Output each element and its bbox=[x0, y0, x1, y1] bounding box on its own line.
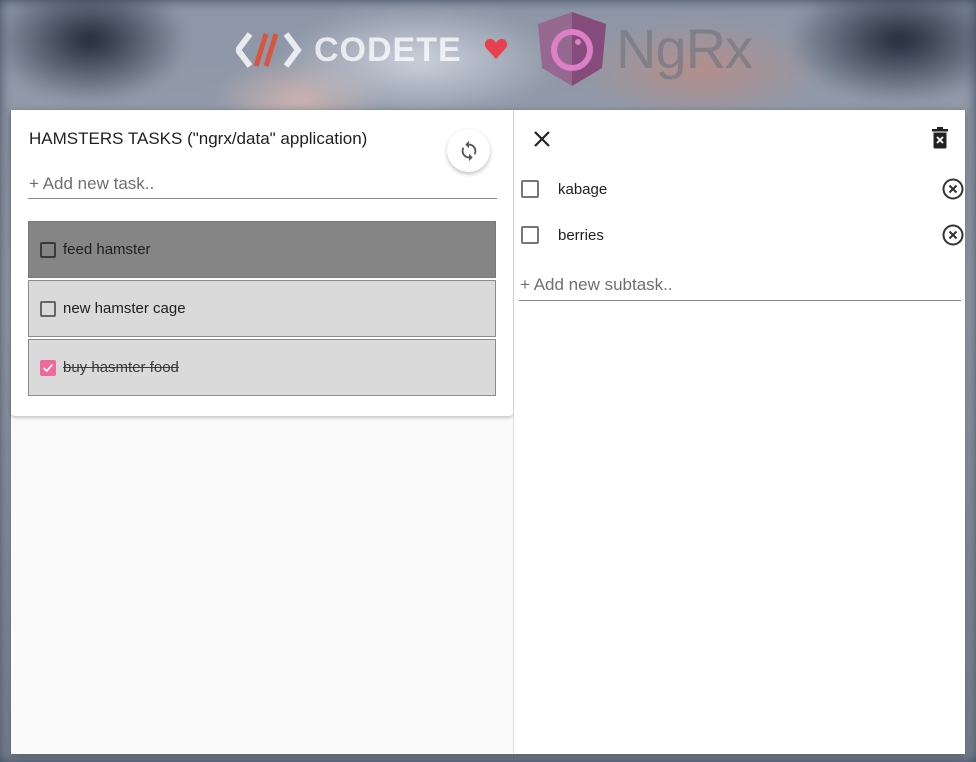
subtask-item-berries[interactable]: berries bbox=[519, 221, 964, 249]
heart-icon bbox=[484, 38, 508, 59]
close-icon[interactable] bbox=[532, 129, 552, 149]
task-checkbox-checked[interactable] bbox=[40, 359, 56, 376]
subtask-item-kabage[interactable]: kabage bbox=[519, 175, 964, 203]
new-task-input[interactable] bbox=[28, 170, 497, 199]
trash-icon[interactable] bbox=[931, 127, 949, 149]
subtasks-panel: kabage berries bbox=[514, 110, 965, 754]
task-checkbox[interactable] bbox=[40, 300, 56, 317]
new-subtask-input[interactable] bbox=[519, 270, 961, 301]
remove-subtask-icon[interactable] bbox=[942, 178, 964, 200]
task-item-buy-hasmter-food[interactable]: buy hasmter food bbox=[28, 339, 496, 396]
task-label: new hamster cage bbox=[63, 300, 186, 317]
refresh-button[interactable] bbox=[447, 129, 490, 172]
codete-wordmark: CODETE bbox=[314, 30, 462, 69]
subtask-label: berries bbox=[558, 226, 604, 244]
tasks-panel: HAMSTERS TASKS ("ngrx/data" application)… bbox=[11, 110, 514, 754]
task-label: feed hamster bbox=[63, 241, 151, 258]
ngrx-wordmark: NgRx bbox=[616, 17, 753, 80]
task-label: buy hasmter food bbox=[63, 359, 179, 376]
remove-subtask-icon[interactable] bbox=[942, 224, 964, 246]
checkmark-icon bbox=[43, 363, 53, 372]
task-item-feed-hamster[interactable]: feed hamster bbox=[28, 221, 496, 278]
tasks-card: HAMSTERS TASKS ("ngrx/data" application)… bbox=[11, 110, 513, 416]
task-item-new-hamster-cage[interactable]: new hamster cage bbox=[28, 280, 496, 337]
codete-logo: CODETE bbox=[236, 30, 462, 70]
ngrx-logo-icon bbox=[538, 12, 606, 86]
subtask-checkbox[interactable] bbox=[521, 180, 539, 198]
app-window: HAMSTERS TASKS ("ngrx/data" application)… bbox=[11, 110, 965, 754]
refresh-icon bbox=[461, 140, 476, 161]
page-title: HAMSTERS TASKS ("ngrx/data" application) bbox=[29, 129, 368, 148]
subtask-checkbox[interactable] bbox=[521, 226, 539, 244]
subtask-label: kabage bbox=[558, 180, 608, 198]
codete-mark-icon bbox=[236, 32, 302, 68]
header-banner: CODETE NgRx bbox=[0, 0, 976, 110]
task-checkbox[interactable] bbox=[40, 241, 56, 258]
